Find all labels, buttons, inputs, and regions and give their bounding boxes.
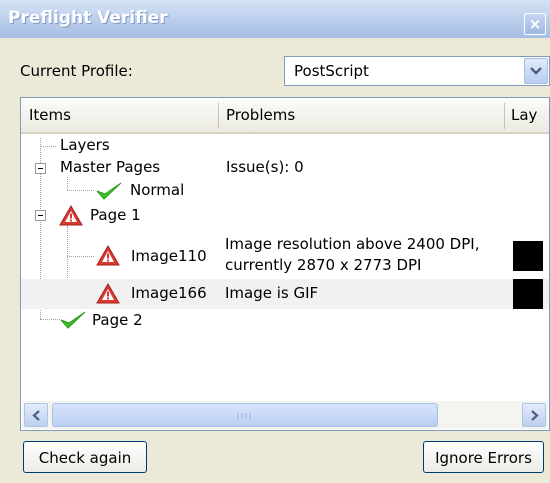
preflight-verifier-window: Preflight Verifier × Current Profile: Po… bbox=[0, 0, 550, 483]
tree-row-normal[interactable]: Normal bbox=[21, 180, 549, 202]
grip-icon bbox=[237, 413, 251, 419]
tree-row-master-pages[interactable]: Master Pages Issue(s): 0 bbox=[21, 158, 549, 178]
scrollbar-thumb[interactable] bbox=[52, 403, 438, 427]
problem-text: Image is GIF bbox=[225, 284, 319, 302]
column-divider[interactable] bbox=[504, 103, 505, 129]
close-icon: × bbox=[528, 15, 542, 33]
check-icon bbox=[96, 182, 122, 200]
warning-icon bbox=[96, 245, 120, 266]
tree-row-layers[interactable]: Layers bbox=[21, 136, 549, 156]
current-profile-label: Current Profile: bbox=[20, 62, 133, 80]
column-divider[interactable] bbox=[218, 103, 219, 129]
collapse-toggle[interactable] bbox=[35, 163, 46, 174]
column-header-layers[interactable]: Lay bbox=[511, 106, 537, 124]
scroll-right-button[interactable] bbox=[522, 403, 546, 427]
layer-color-swatch bbox=[513, 241, 543, 271]
dropdown-button[interactable] bbox=[524, 58, 548, 84]
tree-row-page-2[interactable]: Page 2 bbox=[21, 309, 549, 333]
check-again-button[interactable]: Check again bbox=[23, 441, 147, 473]
column-header-items[interactable]: Items bbox=[29, 106, 71, 124]
tree-row-image166[interactable]: Image166 Image is GIF bbox=[21, 279, 549, 309]
arrow-left-icon bbox=[32, 410, 40, 421]
problem-text-line-1: Image resolution above 2400 DPI, bbox=[225, 235, 480, 253]
arrow-right-icon bbox=[531, 410, 539, 421]
tree-item-label: Page 1 bbox=[90, 206, 141, 224]
profile-row: Current Profile: PostScript bbox=[0, 50, 550, 92]
tree-row-page-1[interactable]: Page 1 bbox=[21, 204, 549, 228]
tree-row-image110[interactable]: Image110 Image resolution above 2400 DPI… bbox=[21, 233, 549, 279]
tree-item-label: Normal bbox=[130, 181, 185, 199]
window-title: Preflight Verifier bbox=[8, 8, 168, 28]
tree-item-label: Image166 bbox=[131, 284, 207, 302]
warning-icon bbox=[96, 283, 120, 304]
problem-text-line-2: currently 2870 x 2773 DPI bbox=[225, 256, 422, 274]
column-header: Items Problems Lay bbox=[21, 98, 549, 134]
profile-dropdown[interactable]: PostScript bbox=[284, 56, 550, 86]
horizontal-scrollbar[interactable] bbox=[22, 401, 548, 429]
tree-item-label: Master Pages bbox=[60, 158, 161, 176]
items-tree-view[interactable]: Items Problems Lay Layers Master Pages I… bbox=[20, 97, 550, 431]
layer-color-swatch bbox=[513, 279, 543, 309]
column-header-problems[interactable]: Problems bbox=[226, 106, 295, 124]
warning-icon bbox=[59, 205, 83, 226]
title-bar[interactable]: Preflight Verifier × bbox=[0, 0, 550, 38]
problem-text: Issue(s): 0 bbox=[226, 158, 304, 176]
profile-dropdown-value: PostScript bbox=[294, 62, 369, 80]
tree-item-label: Layers bbox=[60, 136, 110, 154]
scroll-left-button[interactable] bbox=[24, 403, 48, 427]
chevron-down-icon bbox=[530, 67, 542, 75]
close-button[interactable]: × bbox=[524, 13, 546, 35]
tree-item-label: Image110 bbox=[131, 247, 207, 265]
tree-item-label: Page 2 bbox=[92, 311, 143, 329]
ignore-errors-button[interactable]: Ignore Errors bbox=[423, 441, 544, 473]
check-icon bbox=[60, 311, 86, 329]
collapse-toggle[interactable] bbox=[35, 210, 46, 221]
